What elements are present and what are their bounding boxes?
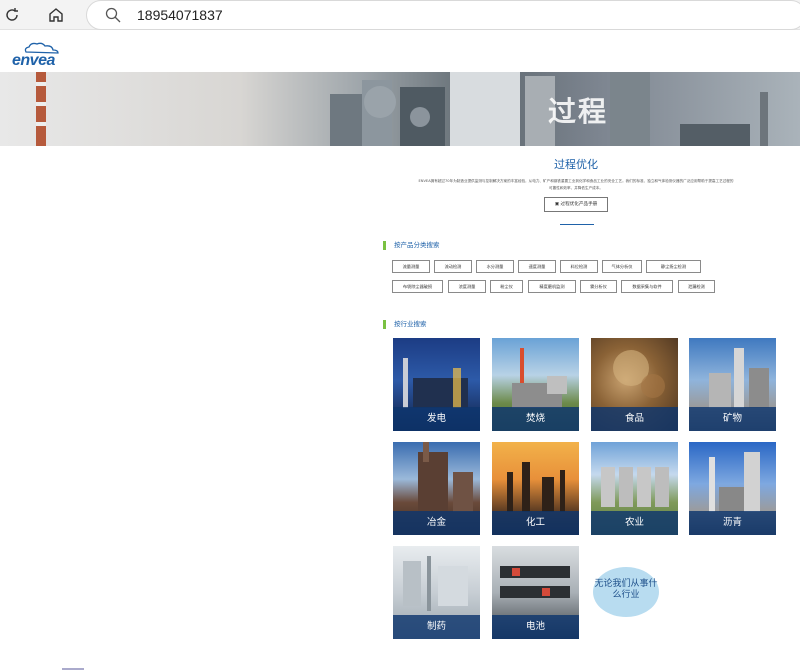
intro-text: ENVEA拥有超过70年为制造业提供监测与控制解决方案的丰富经验，从电力、矿产和…	[418, 179, 734, 190]
chemical-plant-image	[507, 462, 565, 512]
browser-toolbar: 18954071837	[0, 0, 800, 30]
product-chip[interactable]: 流量测量	[392, 260, 430, 273]
industry-tile-label: 矿物	[689, 407, 776, 431]
product-chip[interactable]: 静尘扬尘检测	[646, 260, 701, 273]
battery-production-image	[500, 566, 570, 598]
industry-tile-chemical[interactable]: 化工	[492, 442, 579, 535]
industry-tile-label: 化工	[492, 511, 579, 535]
product-chip[interactable]: 水分测量	[476, 260, 514, 273]
product-chip[interactable]: 气体分析仪	[602, 260, 642, 273]
mineral-plant-image	[709, 348, 769, 408]
industry-tile-pharma[interactable]: 制药	[393, 546, 480, 639]
footer-fragment	[62, 668, 84, 670]
address-bar[interactable]: 18954071837	[86, 0, 800, 30]
industry-tile-label: 电池	[492, 615, 579, 639]
product-search-heading: 按产品分类搜索	[383, 241, 440, 250]
product-chip[interactable]: 速度测量	[518, 260, 556, 273]
industry-tile-label: 焚烧	[492, 407, 579, 431]
industrial-skyline-image	[36, 72, 768, 146]
steel-mill-image	[418, 442, 473, 512]
home-icon[interactable]	[44, 3, 68, 27]
logo-text: envea	[12, 52, 55, 69]
page-title: 过程优化	[554, 158, 598, 171]
banner-title: 过程	[548, 95, 609, 128]
reload-icon[interactable]	[0, 3, 24, 27]
asphalt-plant-image	[709, 452, 760, 512]
product-chip[interactable]: 泄漏检测	[678, 280, 715, 293]
product-chip[interactable]: 粉尘仪	[490, 280, 523, 293]
industry-tile-food[interactable]: 食品	[591, 338, 678, 431]
industry-tile-label: 沥青	[689, 511, 776, 535]
industry-tile-metallurgy[interactable]: 冶金	[393, 442, 480, 535]
industry-tile-battery[interactable]: 电池	[492, 546, 579, 639]
incineration-plant-image	[512, 348, 567, 408]
industry-tile-asphalt[interactable]: 沥青	[689, 442, 776, 535]
silo-image	[601, 467, 669, 507]
industry-tile-label: 发电	[393, 407, 480, 431]
power-plant-image	[403, 358, 468, 408]
hero-banner: 过程	[0, 72, 800, 146]
catalog-download-button[interactable]: ▣ 过程优化产品手册	[544, 197, 608, 212]
product-chip[interactable]: 料位检测	[560, 260, 598, 273]
url-text[interactable]: 18954071837	[137, 7, 223, 23]
product-chip[interactable]: 流动检测	[434, 260, 472, 273]
title-divider	[560, 224, 594, 225]
industry-tile-incineration[interactable]: 焚烧	[492, 338, 579, 431]
any-industry-text: 无论我们从事什么行业	[594, 579, 658, 600]
product-chip[interactable]: 精度磨机监测	[528, 280, 576, 293]
product-chip[interactable]: 浓度测量	[448, 280, 486, 293]
industry-tile-label: 农业	[591, 511, 678, 535]
search-icon	[105, 7, 121, 27]
industry-tile-label: 冶金	[393, 511, 480, 535]
industry-tile-label: 食品	[591, 407, 678, 431]
catalog-button-label: 过程优化产品手册	[560, 202, 598, 207]
grain-image	[613, 350, 665, 398]
industry-tile-minerals[interactable]: 矿物	[689, 338, 776, 431]
product-chip[interactable]: 雾分析仪	[580, 280, 617, 293]
any-industry-bubble[interactable]: 无论我们从事什么行业	[593, 567, 659, 617]
industry-tile-agriculture[interactable]: 农业	[591, 442, 678, 535]
product-chip[interactable]: 数据采集与软件	[621, 280, 673, 293]
industry-tile-label: 制药	[393, 615, 480, 639]
industry-tile-power[interactable]: 发电	[393, 338, 480, 431]
industry-search-heading: 按行业搜索	[383, 320, 427, 329]
product-chip[interactable]: 布袋除尘器破损	[392, 280, 443, 293]
pharma-equipment-image	[403, 556, 468, 611]
envea-logo[interactable]: envea	[12, 42, 60, 70]
